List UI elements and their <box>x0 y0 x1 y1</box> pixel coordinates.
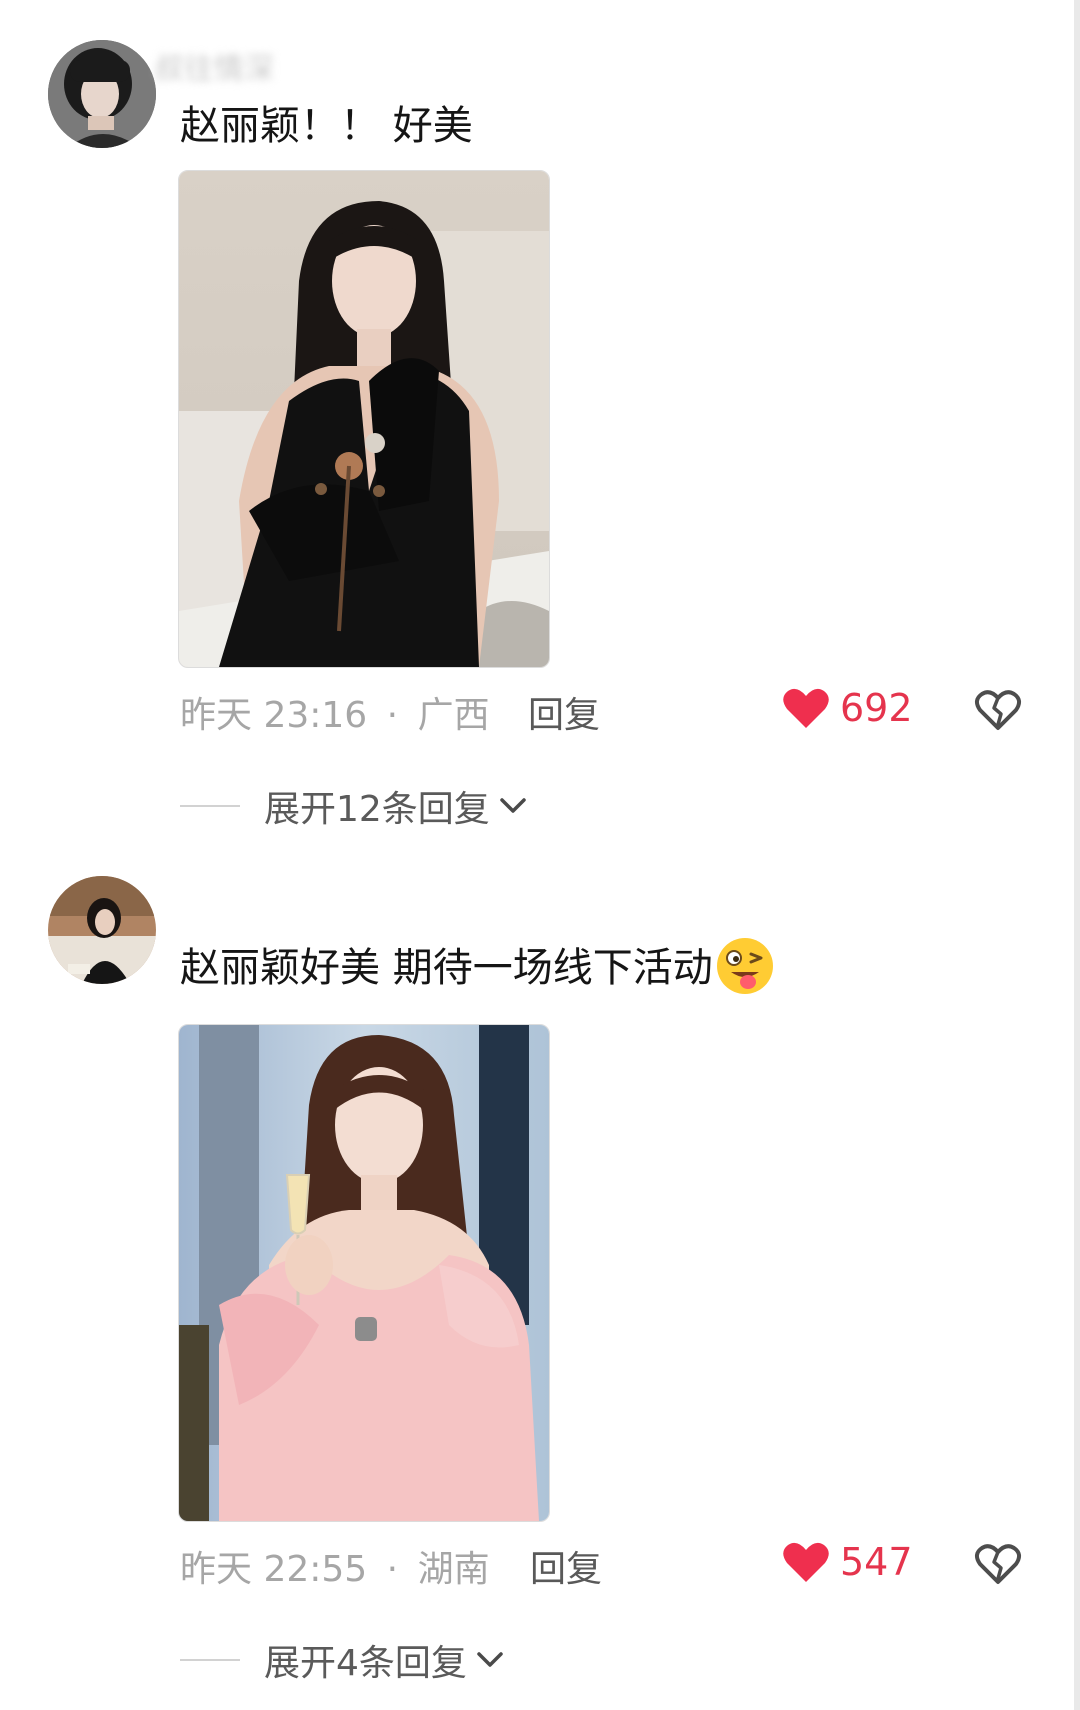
meta-separator: · <box>386 695 399 736</box>
meta-separator: · <box>386 1549 399 1590</box>
expand-replies[interactable]: 展开4条回复 <box>180 1634 505 1686</box>
winking-tongue-emoji <box>716 938 773 994</box>
like-count: 692 <box>840 686 913 730</box>
timestamp: 昨天 22:55 <box>180 1549 368 1590</box>
heart-icon <box>783 688 829 728</box>
comment-text: 赵丽颖！！ 好美 <box>180 103 473 149</box>
avatar[interactable] <box>48 40 156 148</box>
scroll-edge <box>1074 0 1080 1710</box>
expand-divider <box>180 805 240 807</box>
like-button[interactable]: 547 <box>782 1540 913 1584</box>
comment-text: 赵丽颖好美 期待一场线下活动 <box>180 938 775 1000</box>
chevron-down-icon <box>477 1652 503 1667</box>
broken-heart-icon[interactable] <box>974 1542 1022 1586</box>
location: 广西 <box>417 695 490 736</box>
expand-replies-label: 展开4条回复 <box>264 1643 467 1684</box>
reply-button[interactable]: 回复 <box>528 686 600 738</box>
username[interactable] <box>154 880 344 926</box>
reply-button[interactable]: 回复 <box>530 1540 602 1592</box>
expand-replies-label: 展开12条回复 <box>264 789 490 830</box>
chevron-down-icon <box>500 798 526 813</box>
comment-meta: 昨天 22:55 · 湖南 <box>180 1540 490 1592</box>
comment-meta: 昨天 23:16 · 广西 <box>180 686 490 738</box>
expand-replies[interactable]: 展开12条回复 <box>180 780 528 832</box>
username[interactable]: 叔往情深 <box>154 44 344 90</box>
expand-divider <box>180 1659 240 1661</box>
heart-icon <box>783 1542 829 1582</box>
comment-text-content: 赵丽颖好美 期待一场线下活动 <box>180 945 713 991</box>
timestamp: 昨天 23:16 <box>180 695 368 736</box>
like-button[interactable]: 692 <box>782 686 913 730</box>
broken-heart-icon[interactable] <box>974 688 1022 732</box>
comment-image[interactable] <box>178 170 550 668</box>
like-count: 547 <box>840 1540 913 1584</box>
location: 湖南 <box>417 1549 490 1590</box>
avatar[interactable] <box>48 876 156 984</box>
comment-image[interactable] <box>178 1024 550 1522</box>
